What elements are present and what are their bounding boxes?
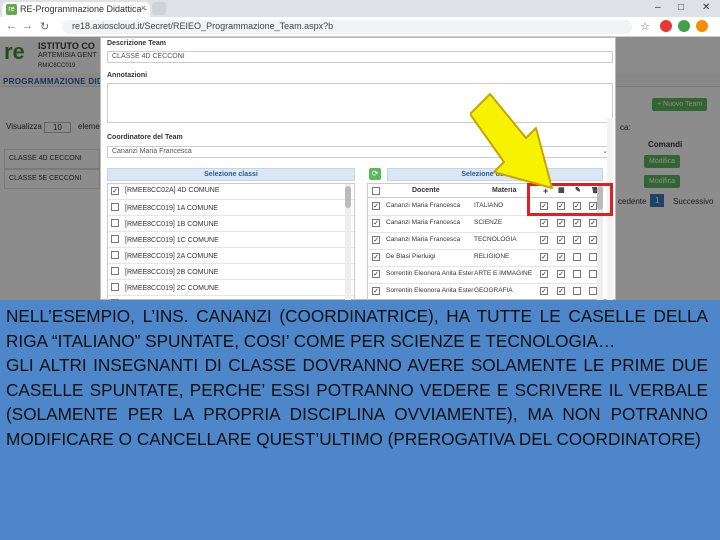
class-checkbox[interactable] — [111, 235, 119, 243]
coordinator-value: Cananzi Maria Francesca — [112, 148, 192, 155]
permission-checkbox[interactable]: ✓ — [589, 236, 597, 244]
permission-checkbox[interactable]: ✓ — [540, 253, 548, 261]
explanation-panel: NELL’ESEMPIO, L’INS. CANANZI (COORDINATR… — [0, 300, 720, 540]
class-row[interactable]: [RMEE8CC019] 2C COMUNE — [108, 280, 354, 296]
teacher-select-checkbox[interactable]: ✓ — [372, 219, 380, 227]
teacher-select-checkbox[interactable]: ✓ — [372, 253, 380, 261]
address-bar: ← → ↻ re18.axioscloud.it/Secret/REIEO_Pr… — [0, 17, 720, 37]
class-checkbox[interactable] — [111, 251, 119, 259]
classes-list: ✓ [RMEE8CC02A] 4D COMUNE [RMEE8CC019] 1A C… — [107, 183, 355, 301]
teacher-name: Cananzi Maria Francesca — [386, 236, 461, 243]
extension-icon[interactable] — [678, 20, 690, 32]
permission-checkbox[interactable] — [589, 253, 597, 263]
team-description-input[interactable]: CLASSE 4D CECCONI — [107, 51, 613, 63]
permission-checkbox[interactable]: ✓ — [573, 219, 581, 227]
class-checkbox[interactable] — [111, 219, 119, 227]
new-tab-button[interactable] — [152, 2, 166, 15]
tab-title: RE-Programmazione Didattica - — [20, 4, 148, 14]
class-label: [RMEE8CC019] 2C COMUNE — [125, 285, 219, 292]
class-label: [RMEE8CC019] 2B COMUNE — [125, 269, 219, 276]
coordinator-label: Coordinatore del Team — [107, 134, 183, 141]
teacher-column-header: Docente — [412, 187, 440, 194]
back-icon[interactable]: ← — [6, 20, 17, 32]
class-label: [RMEE8CC019] 1C COMUNE — [125, 237, 219, 244]
team-description-label: Descrizione Team — [107, 40, 167, 47]
close-window-icon[interactable]: ✕ — [702, 2, 710, 13]
screenshot: re RE-Programmazione Didattica - × – □ ✕… — [0, 0, 720, 540]
extension-icon[interactable] — [660, 20, 672, 32]
permission-checkbox[interactable]: ✓ — [557, 253, 565, 261]
class-row[interactable]: [RMEE8CC019] 1B COMUNE — [108, 216, 354, 232]
class-checkbox[interactable]: ✓ — [111, 187, 119, 195]
class-label: [RMEE8CC02A] 4D COMUNE — [125, 187, 220, 194]
teacher-name: Cananzi Maria Francesca — [386, 219, 461, 226]
notes-label: Annotazioni — [107, 72, 148, 79]
explanation-paragraph-2: GLI ALTRI INSEGNANTI DI CLASSE DOVRANNO … — [6, 355, 708, 449]
class-row[interactable]: ✓ [RMEE8CC02A] 4D COMUNE — [108, 184, 354, 200]
permission-checkbox[interactable]: ✓ — [540, 219, 548, 227]
permission-checkbox[interactable]: ✓ — [540, 236, 548, 244]
teacher-subject: TECNOLOGIA — [474, 236, 517, 243]
permission-checkbox[interactable]: ✓ — [589, 219, 597, 227]
class-label: [RMEE8CC019] 2A COMUNE — [125, 253, 218, 260]
teacher-row: ✓ Cananzi Maria Francesca SCIENZE ✓ ✓ ✓ ✓ — [368, 216, 602, 233]
maximize-icon[interactable]: □ — [678, 2, 684, 13]
reload-icon[interactable]: ↻ — [40, 20, 49, 33]
permission-checkbox[interactable]: ✓ — [557, 270, 565, 278]
site-favicon-icon: re — [6, 4, 17, 15]
teacher-row: ✓ Cananzi Maria Francesca TECNOLOGIA ✓ ✓ ✓ ✓ — [368, 233, 602, 250]
class-checkbox[interactable] — [111, 203, 119, 211]
forward-icon[interactable]: → — [22, 20, 33, 32]
permission-checkbox[interactable] — [589, 270, 597, 280]
pointer-arrow-icon — [470, 93, 553, 189]
teacher-select-checkbox[interactable]: ✓ — [372, 270, 380, 278]
url-input[interactable]: re18.axioscloud.it/Secret/REIEO_Programm… — [62, 20, 632, 34]
class-label: [RMEE8CC019] 1B COMUNE — [125, 221, 219, 228]
class-row[interactable]: [RMEE8CC019] 1C COMUNE — [108, 232, 354, 248]
star-icon[interactable]: ☆ — [640, 20, 650, 33]
teacher-subject: ARTE E IMMAGINE — [474, 270, 533, 277]
browser-tab-bar: re RE-Programmazione Didattica - × – □ ✕ — [0, 0, 720, 17]
permission-checkbox[interactable]: ✓ — [540, 270, 548, 278]
class-row[interactable]: [RMEE8CC019] 1A COMUNE — [108, 200, 354, 216]
permission-checkbox[interactable]: ✓ — [540, 287, 548, 295]
select-all-checkbox[interactable] — [372, 187, 380, 197]
teacher-name: Sorrentin Eleonora Anita Ester — [386, 287, 474, 294]
refresh-icon[interactable]: ⟳ — [369, 168, 381, 180]
permission-checkbox[interactable] — [573, 253, 581, 263]
teacher-row: ✓ Sorrentin Eleonora Anita Ester ARTE E IM… — [368, 267, 602, 284]
permission-checkbox[interactable] — [573, 287, 581, 297]
permission-checkbox[interactable]: ✓ — [557, 219, 565, 227]
teacher-select-checkbox[interactable]: ✓ — [372, 287, 380, 295]
teacher-select-checkbox[interactable]: ✓ — [372, 236, 380, 244]
browser-tab[interactable]: re RE-Programmazione Didattica - × — [2, 2, 150, 17]
teacher-name: Sorrentin Eleonora Anita Ester — [386, 270, 474, 277]
permission-checkbox[interactable]: ✓ — [557, 287, 565, 295]
permission-checkbox[interactable]: ✓ — [557, 236, 565, 244]
permission-checkbox[interactable]: ✓ — [573, 236, 581, 244]
close-tab-icon[interactable]: × — [141, 3, 146, 13]
teacher-subject: RELIGIONE — [474, 253, 510, 260]
teacher-select-checkbox[interactable]: ✓ — [372, 202, 380, 210]
minimize-icon[interactable]: – — [655, 2, 661, 13]
classes-scroll-thumb[interactable] — [345, 186, 351, 208]
class-row[interactable]: [RMEE8CC019] 2B COMUNE — [108, 264, 354, 280]
class-row[interactable]: [RMEE8CC019] 2A COMUNE — [108, 248, 354, 264]
class-label: [RMEE8CC019] 1A COMUNE — [125, 205, 218, 212]
classes-panel-title: Selezione classi — [107, 168, 355, 181]
class-checkbox[interactable] — [111, 267, 119, 275]
teacher-name: De Blasi Pierluigi — [386, 253, 436, 260]
permission-checkbox[interactable] — [573, 270, 581, 280]
teacher-row: ✓ De Blasi Pierluigi RELIGIONE ✓ ✓ — [368, 250, 602, 267]
teacher-subject: SCIENZE — [474, 219, 503, 226]
teacher-name: Cananzi Maria Francesca — [386, 202, 461, 209]
extension-icon[interactable] — [696, 20, 708, 32]
class-checkbox[interactable] — [111, 283, 119, 291]
teacher-subject: GEOGRAFIA — [474, 287, 513, 294]
explanation-paragraph-1: NELL’ESEMPIO, L’INS. CANANZI (COORDINATR… — [6, 306, 708, 351]
teacher-row: ✓ Sorrentin Eleonora Anita Ester GEOGRAFIA… — [368, 284, 602, 300]
permission-checkbox[interactable] — [589, 287, 597, 297]
